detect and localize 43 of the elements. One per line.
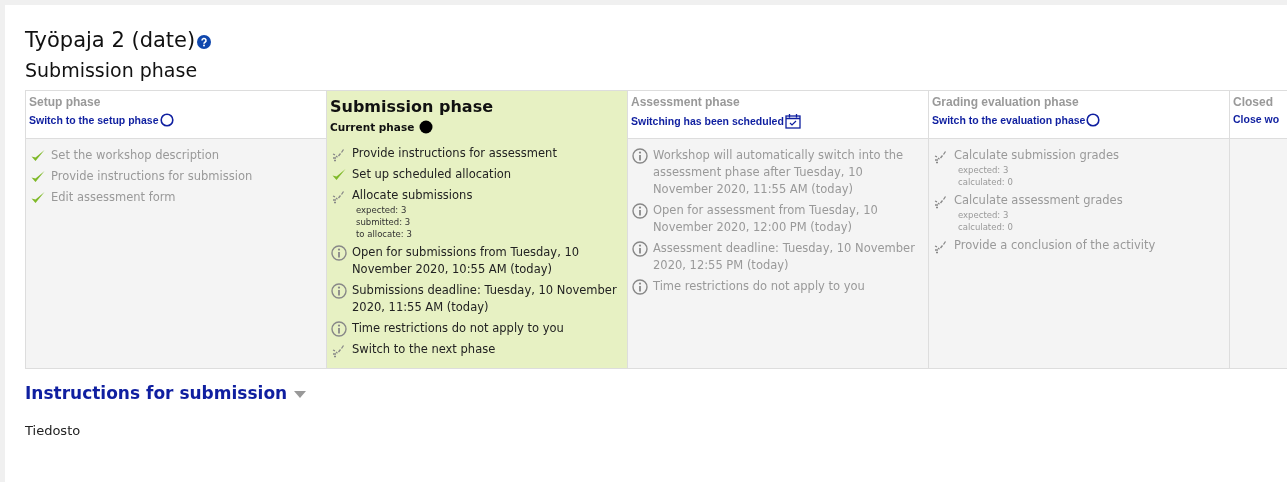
phase-heading: Submission phase [25, 59, 199, 81]
task-text: Time restrictions do not apply to you [352, 320, 564, 337]
task-text: Open for submissions from Tuesday, 10 November 2020, 10:55 AM (today) [352, 244, 581, 278]
task-text: Open for assessment from Tuesday, 10 November 2020, 12:00 PM (today) [653, 202, 879, 236]
task-text: Provide a conclusion of the activity [954, 237, 1156, 254]
phase-title: Setup phase [29, 94, 102, 110]
task-detail: calculated: 0 [958, 221, 1014, 233]
phase-link[interactable]: Close wo [1233, 113, 1280, 125]
task-text: Calculate submission grades [954, 147, 1119, 164]
phase-title: Submission phase [330, 97, 495, 117]
phase-link[interactable]: Switch to the evaluation phase [932, 114, 1086, 126]
content-text: Tiedosto [25, 423, 82, 438]
task-text: Provide instructions for assessment [352, 145, 557, 162]
phase-title: Closed [1233, 94, 1274, 110]
task-detail: submitted: 3 [356, 216, 412, 228]
task-text: Calculate assessment grades [954, 192, 1123, 209]
dot-icon [419, 120, 434, 134]
phase-title: Grading evaluation phase [932, 94, 1080, 110]
help-icon [197, 35, 212, 49]
task-text: Provide instructions for submission [51, 168, 253, 185]
section-heading[interactable]: Instructions for submission [25, 383, 288, 403]
task-text: Workshop will automatically switch into the assessment phase after Tuesday, 10 November 2020, 11:55 AM (today) [653, 147, 905, 198]
task-text: Switch to the next phase [352, 341, 496, 358]
calendar-icon [784, 113, 801, 129]
phase-title: Assessment phase [631, 94, 741, 110]
phase-link[interactable]: Switching has been scheduled [631, 115, 784, 127]
task-detail: calculated: 0 [958, 176, 1014, 188]
task-detail: expected: 3 [958, 164, 1010, 176]
circle-icon [1086, 113, 1101, 127]
task-text: Submissions deadline: Tuesday, 10 November 2020, 11:55 AM (today) [352, 282, 618, 316]
task-text: Assessment deadline: Tuesday, 10 November 2020, 12:55 PM (today) [653, 240, 916, 274]
task-text: Allocate submissions [352, 187, 473, 204]
phase-link[interactable]: Switch to the setup phase [29, 114, 159, 126]
task-detail: to allocate: 3 [356, 228, 413, 240]
phase-status: Current phase [330, 121, 415, 133]
page-title: Työpaja 2 (date) [25, 28, 196, 52]
task-detail: expected: 3 [356, 204, 408, 216]
task-text: Edit assessment form [51, 189, 176, 206]
task-text: Set up scheduled allocation [352, 166, 512, 183]
task-detail: expected: 3 [958, 209, 1010, 221]
task-text: Time restrictions do not apply to you [653, 278, 865, 295]
task-text: Set the workshop description [51, 147, 220, 164]
circle-icon [159, 113, 174, 127]
